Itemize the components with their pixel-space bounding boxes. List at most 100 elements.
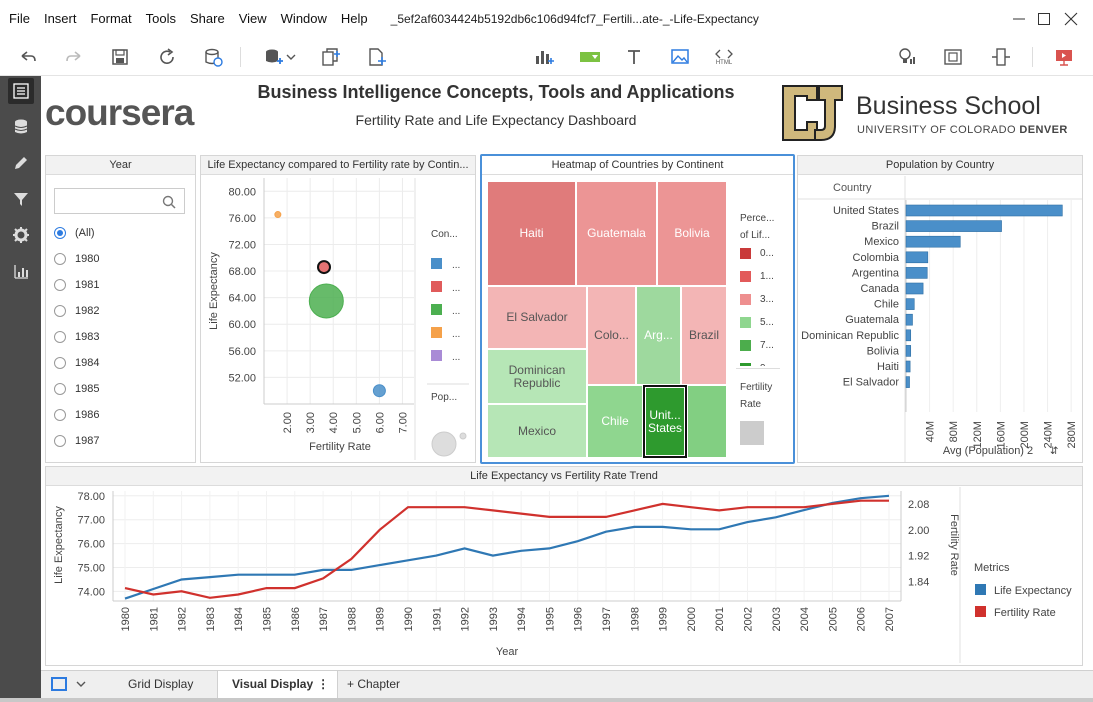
tab-more-icon[interactable]: ⋮ xyxy=(317,671,329,698)
x-tick-label: 1980 xyxy=(120,607,132,631)
heatmap-tile[interactable]: Unit... States xyxy=(643,385,687,458)
x-tick-label: 1996 xyxy=(573,607,585,631)
maximize-icon[interactable] xyxy=(1034,9,1054,29)
heatmap-tile[interactable]: Dominican Republic xyxy=(487,349,587,404)
add-chapter-button[interactable]: + Chapter xyxy=(333,671,414,698)
heatmap-chart[interactable]: Haiti Guatemala Bolivia El Salvador Colo... A… xyxy=(487,181,727,458)
heatmap-tile[interactable] xyxy=(687,385,727,458)
heatmap-tile[interactable]: Mexico xyxy=(487,404,587,458)
chevron-down-icon[interactable] xyxy=(283,46,299,68)
menu-format[interactable]: Format xyxy=(83,0,138,38)
close-icon[interactable] xyxy=(1061,9,1081,29)
menu-share[interactable]: Share xyxy=(183,0,232,38)
legend-label: 3... xyxy=(760,294,774,305)
year-option[interactable]: 1986 xyxy=(54,409,99,421)
x-tick-label: 6.00 xyxy=(374,412,386,433)
radio-button[interactable] xyxy=(54,279,66,291)
scatter-chart[interactable]: 80.00 76.00 72.00 68.00 64.00 60.00 56.00 52.00… xyxy=(201,176,475,462)
gear-icon[interactable] xyxy=(8,222,34,248)
x-tick-label: 1999 xyxy=(658,607,670,631)
insert-image-icon[interactable] xyxy=(669,46,691,68)
dataset-icon[interactable] xyxy=(8,78,34,104)
year-search-input[interactable] xyxy=(54,188,185,214)
series-line xyxy=(124,499,889,599)
population-bar xyxy=(905,204,1063,217)
x-tick-label: 1981 xyxy=(148,607,160,631)
year-option[interactable]: 1981 xyxy=(54,279,99,291)
new-page-icon[interactable] xyxy=(365,46,387,68)
add-data-icon[interactable] xyxy=(202,46,224,68)
save-icon[interactable] xyxy=(109,46,131,68)
heatmap-tile[interactable]: Brazil xyxy=(681,286,727,385)
menu-insert[interactable]: Insert xyxy=(37,0,84,38)
redo-icon xyxy=(63,46,85,68)
data-dropdown-icon[interactable] xyxy=(262,46,284,68)
layout-icon[interactable] xyxy=(990,46,1012,68)
year-option[interactable]: (All) xyxy=(54,227,95,239)
radio-button[interactable] xyxy=(54,227,66,239)
coursera-logo: coursera xyxy=(45,92,194,133)
x-tick-label: 1986 xyxy=(290,607,302,631)
insert-text-icon[interactable] xyxy=(623,46,645,68)
fit-to-window-icon[interactable] xyxy=(942,46,964,68)
heatmap-tile[interactable]: Bolivia xyxy=(657,181,727,286)
year-option[interactable]: 1987 xyxy=(54,435,99,447)
radio-button[interactable] xyxy=(54,357,66,369)
refresh-icon[interactable] xyxy=(156,46,178,68)
present-icon[interactable] xyxy=(1053,46,1075,68)
heatmap-tile[interactable]: Chile xyxy=(587,385,643,458)
radio-button[interactable] xyxy=(54,383,66,395)
year-option-label: 1982 xyxy=(75,305,100,317)
year-option[interactable]: 1983 xyxy=(54,331,99,343)
country-label: El Salvador xyxy=(843,377,900,389)
insert-visualization-icon[interactable] xyxy=(533,46,555,68)
heatmap-tile[interactable]: El Salvador xyxy=(487,286,587,349)
legend-label: ... xyxy=(452,260,460,271)
chart-icon[interactable] xyxy=(8,258,34,284)
database-icon[interactable] xyxy=(8,114,34,140)
menu-view[interactable]: View xyxy=(232,0,274,38)
trend-title: Life Expectancy vs Fertility Rate Trend xyxy=(46,467,1082,486)
heatmap-tile[interactable]: Guatemala xyxy=(576,181,657,286)
undo-icon[interactable] xyxy=(17,46,39,68)
radio-button[interactable] xyxy=(54,409,66,421)
insert-filter-icon[interactable] xyxy=(579,46,601,68)
legend-swatch xyxy=(975,606,986,617)
trend-chart[interactable]: 78.00 77.00 76.00 75.00 74.00 2.08 2.00 1.92 1.8… xyxy=(46,487,1082,665)
radio-button[interactable] xyxy=(54,435,66,447)
pencil-icon[interactable] xyxy=(8,150,34,176)
menu-window[interactable]: Window xyxy=(274,0,334,38)
menu-file[interactable]: File xyxy=(0,0,37,38)
radio-button[interactable] xyxy=(54,305,66,317)
duplicate-icon[interactable] xyxy=(320,46,342,68)
tab-visual-display[interactable]: Visual Display ⋮ xyxy=(217,671,339,698)
radio-button[interactable] xyxy=(54,253,66,265)
heatmap-tile[interactable]: Haiti xyxy=(487,181,576,286)
suggestions-icon[interactable] xyxy=(896,46,918,68)
year-option[interactable]: 1980 xyxy=(54,253,99,265)
year-filter-panel: Year (All) 1980 1981 1982 1983 1984 1985 1986 19… xyxy=(45,155,196,463)
year-option[interactable]: 1984 xyxy=(54,357,99,369)
x-tick-label: 1982 xyxy=(177,607,189,631)
y-tick-label: 72.00 xyxy=(228,239,256,251)
minimize-icon[interactable] xyxy=(1009,9,1029,29)
year-option[interactable]: 1985 xyxy=(54,383,99,395)
menu-tools[interactable]: Tools xyxy=(139,0,183,38)
x-tick-label: 4.00 xyxy=(328,412,340,433)
radio-button[interactable] xyxy=(54,331,66,343)
legend-swatch xyxy=(431,258,442,269)
tab-grid-display[interactable]: Grid Display xyxy=(114,671,207,698)
insert-html-icon[interactable]: HTML xyxy=(713,46,735,68)
display-mode-icon[interactable] xyxy=(51,677,67,691)
heatmap-legend-title: Perce... of Lif... xyxy=(740,213,775,241)
heatmap-tile[interactable]: Arg... xyxy=(636,286,681,385)
menu-help[interactable]: Help xyxy=(334,0,375,38)
heatmap-tile[interactable]: Colo... xyxy=(587,286,636,385)
year-option[interactable]: 1982 xyxy=(54,305,99,317)
population-bar xyxy=(905,282,924,295)
population-chart[interactable]: Country40M 80M 120M 160M 200M 240M 280MUnited … xyxy=(798,176,1082,462)
y-tick-label: 80.00 xyxy=(228,186,256,198)
filter-icon[interactable] xyxy=(8,186,34,212)
x-tick-label: 1984 xyxy=(233,607,245,631)
chevron-down-icon[interactable] xyxy=(75,677,87,696)
